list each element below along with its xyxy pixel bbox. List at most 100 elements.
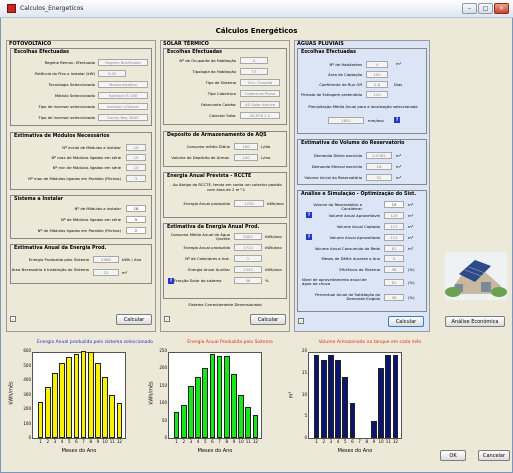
aguas-analise-unit: m³ — [408, 246, 414, 251]
close-button[interactable]: × — [494, 3, 509, 14]
aguas-analise-label: Volume Anual Captado — [336, 224, 380, 229]
aguas-escolhas-value: 100 — [366, 71, 388, 78]
y-tick-label: 0 — [304, 435, 307, 440]
fv-escolhas-value: Regime Bonificado — [98, 59, 148, 66]
aguas-escolhas-unit: m² — [396, 61, 402, 66]
ok-button[interactable]: OK — [440, 450, 466, 461]
aguas-analise-value: 81 — [384, 245, 404, 252]
chart-bar — [116, 403, 123, 438]
minimize-button[interactable]: – — [462, 3, 477, 14]
fv-sistema-title: Sistema a Instalar — [14, 197, 64, 202]
fv-sistema-value[interactable]: 9 — [126, 216, 146, 223]
chart-bar — [238, 394, 244, 438]
window-title: Calculos_Energeticos — [20, 5, 84, 12]
cancelar-button[interactable]: Cancelar — [478, 450, 510, 461]
aguas-escolhas-label: Período de Estiagem pretendido — [301, 92, 362, 97]
aguas-escolhas-group: Escolhas Efectuadas Nº de Habitantes 4 m… — [297, 48, 427, 134]
chart-bar — [223, 356, 230, 438]
aguas-analise-unit: (%) — [408, 267, 415, 272]
fv-calcular-button[interactable]: Calcular — [116, 314, 152, 325]
chart-bar — [209, 354, 216, 438]
solar-escolhas-title: Escolhas Efectuadas — [167, 50, 223, 55]
solar-estimativa-label: Nº de Colectores a Inst. — [185, 256, 230, 261]
fv-modulos-label: Nº max de Módulos ligados em série — [51, 155, 121, 160]
chart-bar — [173, 411, 180, 438]
solar-escolhas-value: AS-EFK 2.2 — [240, 112, 280, 119]
fv-energia-value: 5988 — [93, 256, 119, 263]
aguas-analise-value[interactable]: 19 — [384, 201, 404, 208]
aguas-analise-title: Análise e Simulação - Optimização do Sis… — [301, 192, 417, 197]
fv-modulos-label: Nº inicial de Módulos a instalar — [62, 145, 121, 150]
chart-bar — [180, 404, 187, 438]
fv-escolhas-value: Isofoton IS 180 — [98, 92, 148, 99]
x-tick-label: 12 — [392, 439, 398, 444]
aguas-calcular-button[interactable]: Calcular — [388, 316, 424, 327]
chart-bar — [80, 351, 87, 438]
aguas-estimativa-value: 16 — [366, 163, 392, 170]
chart-bar — [320, 359, 327, 438]
solar-estimativa-unit: kWh/ano — [265, 234, 282, 239]
y-tick-label: 20 — [301, 348, 307, 353]
fv-escolhas-label: Potência do Pico a Instalar (kW) — [34, 71, 95, 76]
aguas-escolhas-label: Coeficiente de Run Off — [319, 82, 362, 87]
y-tick-label: 200 — [23, 406, 31, 411]
aguas-analise-unit: (%) — [408, 295, 415, 300]
chart-1-xlabel: Meses do Ano — [61, 448, 97, 454]
help-icon[interactable]: ? — [394, 117, 400, 123]
x-tick-label: 12 — [252, 439, 258, 444]
solar-calcular-button[interactable]: Calcular — [250, 314, 286, 325]
aguas-escolhas-unit: Dias — [394, 82, 403, 87]
chart-bar — [231, 373, 237, 438]
aguas-analise-unit: m³ — [408, 224, 414, 229]
solar-estimativa-unit: kWh/ano — [265, 245, 282, 250]
y-tick-label: 50 — [161, 417, 167, 423]
fv-escolhas-label: Módulo Seleccionado — [54, 93, 95, 98]
aguas-analise-value: 112 — [384, 234, 404, 241]
solar-estimativa-group: Estimativa da Energia Anual Prod. Consum… — [163, 223, 287, 299]
fv-escolhas-value: Sunny Boy 3800 — [98, 114, 148, 121]
chart-bar — [313, 355, 320, 438]
help-icon[interactable]: ? — [306, 212, 312, 218]
maximize-button[interactable]: □ — [478, 3, 493, 14]
fv-sistema-value[interactable]: 18 — [126, 205, 146, 212]
solar-title: SOLAR TÉRMICO — [163, 41, 209, 47]
solar-estimativa-unit: kWh/ano — [265, 267, 282, 272]
solar-rccte-title: Energia Anual Prevista - RCCTE — [167, 174, 252, 179]
fotovoltaico-title: FOTOVOLTAICO — [9, 41, 52, 47]
solar-checkbox[interactable]: ✓ — [164, 316, 170, 322]
aguas-checkbox[interactable]: ✓ — [298, 318, 304, 324]
aguas-analise-value: 5 — [384, 255, 404, 262]
aguas-estimativa-label: Demanda Mensal exercida — [311, 164, 362, 169]
fv-energia-label: Área Necessária à Instalação do Sistema — [11, 267, 89, 272]
app-icon — [7, 4, 16, 13]
aguas-analise-label: Volume Anual Consumido da Rede — [314, 246, 380, 251]
aguas-precip-label: Precipitação Média Anual para a localiza… — [308, 104, 418, 109]
fv-sistema-label: Nº de Módulos ligados em série — [60, 217, 121, 222]
aguas-analise-value: 125 — [384, 212, 404, 219]
solar-escolhas-value: Cobertura Plana — [240, 90, 280, 97]
aguas-escolhas-label: Área de Captação — [328, 72, 362, 77]
chart-1-ylabel: kWh/mês — [8, 381, 15, 405]
analise-economica-button[interactable]: Análise Económica — [445, 316, 505, 327]
aguas-analise-unit: (%) — [408, 280, 415, 285]
solar-estimativa-value: 3067 — [234, 233, 262, 240]
fv-modulos-label: Nº min de Módulos ligados em série — [52, 165, 121, 170]
aguas-estimativa-label: Demanda Diária exercida — [313, 153, 362, 158]
solar-estimativa-value: 1714 — [234, 244, 262, 251]
y-tick-label: 600 — [23, 348, 31, 353]
page-title: Cálculos Energéticos — [215, 27, 298, 35]
aguas-precip-unit: mm/ano — [368, 118, 384, 123]
help-icon[interactable]: ? — [306, 234, 312, 240]
fv-energia-value: 23 — [93, 269, 119, 276]
solar-estimativa-value: 1 — [234, 255, 262, 262]
aguas-estimativa-value: 52 — [366, 174, 392, 181]
fv-checkbox[interactable]: ✓ — [10, 316, 16, 322]
aguas-estimativa-value: 0.5362 — [366, 152, 392, 159]
solar-deposito-label: Volume do Depósito de Armaz. — [171, 155, 230, 160]
solar-escolhas-label: Tipo de Sistema — [205, 80, 236, 85]
chart-title: Volume Armazenado no tanque em cada mês — [318, 340, 422, 345]
chart-bar — [378, 368, 384, 438]
aguas-analise-value: 58 — [384, 266, 404, 273]
aguas-analise-label: Volume Anual Aproveitado — [329, 235, 380, 240]
fv-sistema-value[interactable]: 2 — [126, 227, 146, 234]
